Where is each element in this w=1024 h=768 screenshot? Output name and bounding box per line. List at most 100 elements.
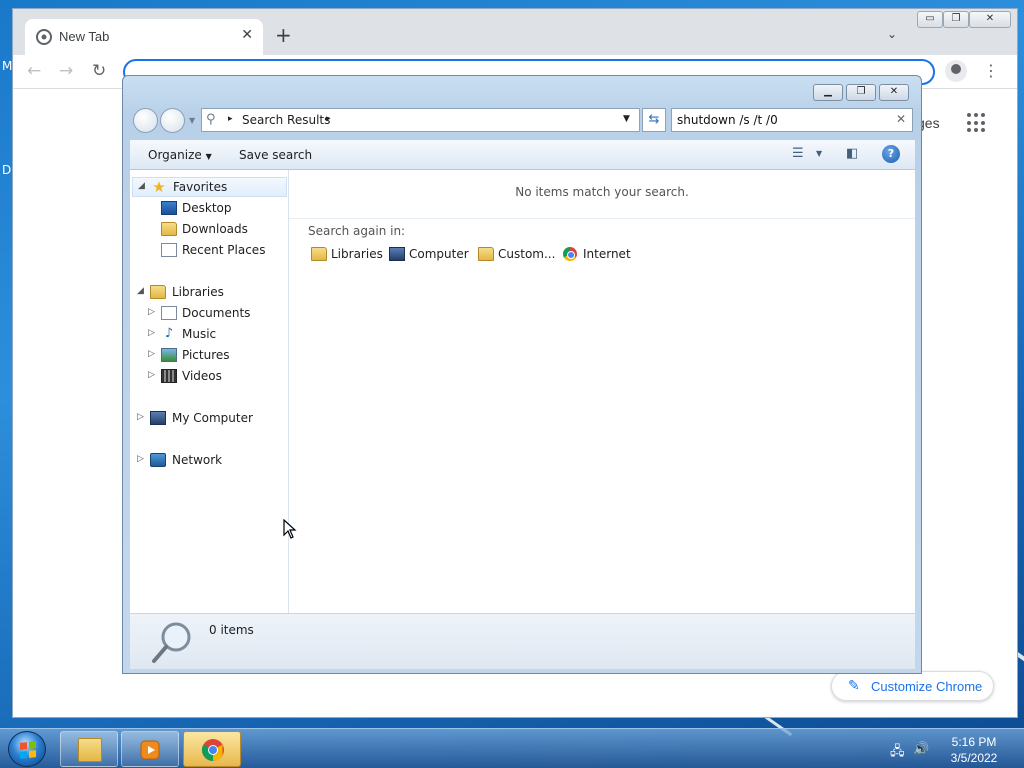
explorer-window-controls: ▁ ❐ ✕ [813, 84, 913, 102]
close-button[interactable]: ✕ [969, 11, 1011, 28]
desktop-icon-label-partial[interactable]: D [2, 163, 11, 177]
clock-date: 3/5/2022 [950, 751, 998, 765]
pencil-icon: ✎ [848, 678, 860, 694]
refresh-button[interactable]: ⇆ [642, 108, 666, 132]
item-count: 0 items [209, 623, 254, 637]
custom-folder-icon [478, 247, 494, 261]
documents-icon [161, 306, 177, 320]
desktop-icon-label-partial[interactable]: M [2, 59, 12, 73]
tab-close-icon[interactable]: ✕ [241, 27, 253, 43]
computer-icon [150, 411, 166, 425]
collapsed-arrow-icon[interactable]: ▷ [148, 349, 155, 359]
customize-chrome-label: Customize Chrome [871, 679, 983, 694]
view-options-icon[interactable]: ☰ [792, 146, 804, 161]
clock[interactable]: 5:16 PM 3/5/2022 [936, 734, 1012, 766]
new-tab-button[interactable]: + [275, 25, 292, 45]
search-magnifier-icon [152, 622, 191, 663]
help-icon[interactable]: ? [882, 145, 900, 163]
nav-item-desktop[interactable]: Desktop [130, 199, 287, 219]
collapsed-arrow-icon[interactable]: ▷ [137, 412, 144, 422]
nav-item-libraries[interactable]: ◢ Libraries [130, 283, 287, 303]
volume-icon[interactable]: 🔊 [913, 742, 929, 757]
preview-pane-icon[interactable]: ◧ [846, 146, 858, 161]
search-input[interactable] [677, 112, 887, 128]
nav-item-downloads[interactable]: Downloads [130, 220, 287, 240]
maximize-button[interactable]: ❐ [943, 11, 969, 28]
nav-item-label: Desktop [182, 201, 232, 215]
address-dropdown-icon[interactable]: ▼ [623, 114, 630, 124]
search-box[interactable]: ✕ [671, 108, 913, 132]
view-dropdown-icon[interactable]: ▼ [816, 149, 822, 158]
nav-item-videos[interactable]: ▷ Videos [130, 367, 287, 387]
taskbar-chrome[interactable] [183, 731, 241, 767]
taskbar: 🖧 🔊 5:16 PM 3/5/2022 [0, 728, 1024, 768]
nav-item-label: Pictures [182, 348, 230, 362]
address-bar[interactable]: ⚲ ▸ Search Results ▸ ▼ [201, 108, 640, 132]
nav-item-favorites[interactable]: ◢ ★ Favorites [132, 177, 287, 197]
chrome-icon [202, 739, 224, 761]
collapsed-arrow-icon[interactable]: ▷ [137, 454, 144, 464]
nav-item-label: Documents [182, 306, 251, 320]
tab-new-tab[interactable]: New Tab ✕ [25, 19, 263, 55]
command-bar: Organize ▼ Save search ☰ ▼ ◧ ? [130, 140, 915, 170]
expanded-arrow-icon[interactable]: ◢ [138, 181, 145, 191]
back-button[interactable]: ← [27, 62, 41, 80]
network-icon [150, 453, 166, 467]
explorer-close-button[interactable]: ✕ [879, 84, 909, 101]
expanded-arrow-icon[interactable]: ◢ [137, 286, 144, 296]
search-again-label-text: Computer [409, 247, 469, 261]
minimize-button[interactable]: ▭ [917, 11, 943, 28]
nav-item-recent-places[interactable]: Recent Places [130, 241, 287, 261]
organize-button[interactable]: Organize ▼ [148, 148, 212, 162]
nav-item-my-computer[interactable]: ▷ My Computer [130, 409, 287, 429]
details-pane: 0 items [130, 613, 915, 669]
chrome-menu-icon[interactable]: ⋮ [983, 61, 999, 80]
explorer-maximize-button[interactable]: ❐ [846, 84, 876, 101]
navigation-pane: ◢ ★ Favorites Desktop Downloads Recent P… [130, 170, 289, 613]
recent-pages-dropdown-icon[interactable]: ▼ [189, 116, 195, 125]
breadcrumb-separator-icon[interactable]: ▸ [228, 114, 233, 124]
music-icon: ♪ [164, 326, 174, 341]
forward-nav-button[interactable] [160, 108, 185, 133]
search-results-icon: ⚲ [206, 112, 216, 127]
clear-search-icon[interactable]: ✕ [896, 112, 906, 126]
start-button[interactable] [8, 731, 46, 767]
save-search-button[interactable]: Save search [239, 148, 312, 162]
taskbar-media-player[interactable] [121, 731, 179, 767]
back-nav-button[interactable] [133, 108, 158, 133]
nav-item-label: Favorites [173, 180, 228, 194]
nav-item-label: Libraries [172, 285, 224, 299]
empty-results-message: No items match your search. [515, 185, 689, 199]
libraries-icon [150, 285, 166, 299]
customize-chrome-button[interactable]: ✎ Customize Chrome [831, 671, 994, 701]
tab-title: New Tab [59, 29, 110, 44]
nav-item-pictures[interactable]: ▷ Pictures [130, 346, 287, 366]
organize-label: Organize [148, 148, 202, 162]
nav-item-label: Downloads [182, 222, 248, 236]
forward-button[interactable]: → [59, 62, 73, 80]
chevron-down-icon: ▼ [205, 152, 212, 161]
collapsed-arrow-icon[interactable]: ▷ [148, 328, 155, 338]
tab-search-icon[interactable]: ⌄ [887, 27, 897, 41]
nav-item-network[interactable]: ▷ Network [130, 451, 287, 471]
explorer-minimize-button[interactable]: ▁ [813, 84, 843, 101]
nav-item-label: Recent Places [182, 243, 266, 257]
network-tray-icon[interactable]: 🖧 [890, 742, 905, 764]
chrome-favicon-icon [36, 29, 52, 45]
collapsed-arrow-icon[interactable]: ▷ [148, 370, 155, 380]
clock-time: 5:16 PM [951, 735, 997, 749]
profile-icon[interactable] [945, 60, 967, 82]
nav-item-music[interactable]: ▷ ♪ Music [130, 325, 287, 345]
breadcrumb-search-results[interactable]: Search Results [242, 113, 330, 127]
search-again-label: Search again in: [308, 224, 406, 238]
breadcrumb-separator-icon[interactable]: ▸ [326, 114, 331, 124]
desktop-icon [161, 201, 177, 215]
google-apps-icon[interactable] [967, 113, 987, 133]
collapsed-arrow-icon[interactable]: ▷ [148, 307, 155, 317]
videos-icon [161, 369, 177, 383]
taskbar-explorer[interactable] [60, 731, 118, 767]
nav-item-label: Network [172, 453, 223, 467]
search-again-label-text: Custom... [498, 247, 556, 261]
reload-button[interactable]: ↻ [92, 62, 106, 80]
nav-item-documents[interactable]: ▷ Documents [130, 304, 287, 324]
